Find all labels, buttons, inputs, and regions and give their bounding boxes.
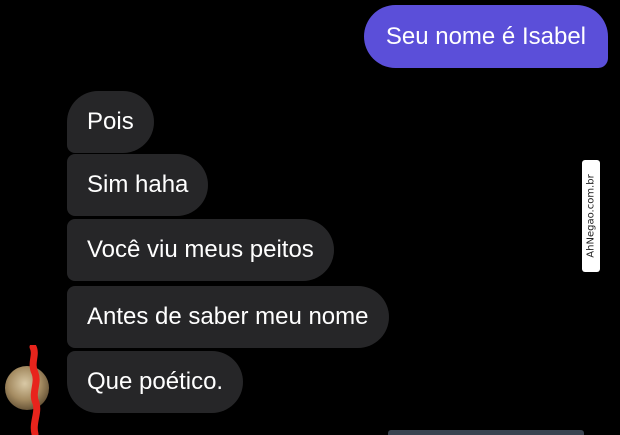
incoming-message-bubble[interactable]: Antes de saber meu nome	[67, 286, 389, 348]
message-text: Seu nome é Isabel	[385, 22, 586, 50]
incoming-message-bubble[interactable]: Você viu meus peitos	[67, 219, 334, 281]
outgoing-message-bubble[interactable]: Seu nome é Isabel	[363, 5, 608, 68]
bottom-edge-element	[388, 430, 584, 435]
message-text: Antes de saber meu nome	[87, 303, 369, 330]
message-text: Sim haha	[87, 171, 189, 198]
incoming-message-bubble[interactable]: Pois	[67, 91, 154, 153]
watermark-badge: AhNegao.com.br	[582, 160, 600, 272]
incoming-message-bubble[interactable]: Sim haha	[67, 154, 209, 216]
message-text: Pois	[87, 108, 134, 135]
incoming-message-bubble[interactable]: Que poético.	[67, 351, 244, 413]
message-text: Que poético.	[87, 368, 224, 395]
message-text: Você viu meus peitos	[87, 236, 314, 263]
redaction-scribble	[29, 345, 41, 435]
watermark-text: AhNegao.com.br	[585, 174, 597, 258]
